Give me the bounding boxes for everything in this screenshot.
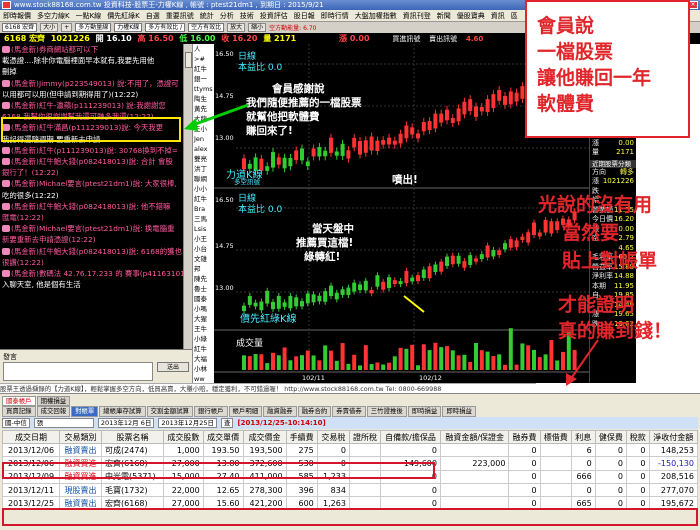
statement-cell: 275 (285, 442, 318, 458)
function-tab[interactable]: 成交回報 (36, 406, 71, 417)
statement-cell: 0 (625, 456, 650, 471)
arrow-to-chat-head (184, 118, 198, 131)
statement-cell: 278,300 (242, 482, 287, 498)
statement-cell: 0 (508, 442, 541, 458)
statement-cell: 0 (625, 442, 650, 458)
function-tab[interactable]: 對帳單 (71, 406, 99, 417)
statement-cell: 834 (316, 482, 350, 498)
statement-cell (539, 442, 572, 458)
column-header[interactable]: 成交股數 (162, 430, 204, 444)
statement-cell: 193.50 (202, 442, 244, 458)
statement-row[interactable]: 2013/12/11 現股賣出 毛寶(1732) 22,000 12.65 278,300… (1, 482, 698, 498)
function-tab[interactable]: 融資融券 (263, 406, 297, 417)
account-name[interactable]: 張 (33, 418, 94, 428)
column-header[interactable]: 成交日期 (1, 430, 61, 444)
statement-cell: 0 (594, 482, 627, 498)
account-tab[interactable]: 國泰帳戶 (2, 396, 36, 406)
statement-cell: 396 (285, 482, 318, 498)
statement-cell: 277,070 (648, 482, 698, 498)
statement-row[interactable]: 2013/12/06 融資賣出 可成(2474) 1,000 193.50 193,500… (1, 442, 698, 458)
statement-cell: 現股賣出 (59, 482, 103, 498)
account-tab[interactable]: 期權損益 (36, 396, 71, 406)
function-tabs: 買賣記錄 成交回報 對帳單 總帳庫存試算 交割金額試算 銀行帳戶 帳戶明細 融資融券 融券合約券… (2, 406, 476, 417)
statement-cell: 0 (570, 482, 596, 498)
column-header[interactable]: 自備款/擔保品 (380, 430, 441, 444)
function-tab[interactable]: 融券合約 (297, 406, 332, 417)
column-header[interactable]: 標借費 (539, 430, 572, 444)
statement-cell: 0 (570, 456, 596, 471)
statement-cell: 1,000 (162, 442, 204, 458)
column-header[interactable]: 證所稅 (348, 430, 382, 444)
statement-cell: 193,500 (242, 442, 287, 458)
statement-cell: 0 (316, 442, 350, 458)
column-header[interactable]: 融資金額/保證金 (439, 430, 510, 444)
statement-cell: 0 (508, 456, 541, 471)
account-select[interactable]: 國-中信 (2, 418, 30, 428)
statement-cell (439, 442, 510, 458)
column-header[interactable]: 手續費 (285, 430, 318, 444)
statement-cell (539, 482, 572, 498)
function-tab[interactable]: 總帳庫存試算 (99, 406, 146, 417)
statement-cell: 毛寶(1732) (101, 482, 164, 498)
column-header[interactable]: 淨收付金額 (648, 430, 698, 444)
column-header[interactable]: 利息 (570, 430, 596, 444)
function-tab[interactable]: 銀行帳戶 (193, 406, 228, 417)
function-tab[interactable]: 帳戶明細 (228, 406, 263, 417)
statement-cell (348, 482, 382, 498)
statement-cell: 22,000 (162, 482, 204, 498)
statement-cell: 融資賣出 (59, 442, 103, 458)
function-tab[interactable]: 即時損益 (442, 406, 476, 417)
function-tab[interactable]: 券賣借券 (332, 406, 366, 417)
arrow-to-chat (189, 103, 249, 128)
highlight-row-sell (2, 508, 698, 526)
column-header[interactable]: 成交價金 (242, 430, 287, 444)
column-header[interactable]: 成交單價 (202, 430, 244, 444)
statement-cell: -150,130 (648, 456, 698, 471)
column-header[interactable]: 交易類別 (59, 430, 103, 444)
statement-cell (539, 469, 572, 484)
statement-cell (439, 482, 510, 498)
statement-cell: 208,516 (648, 469, 698, 484)
statement-cell: 0 (508, 482, 541, 498)
query-timestamp: [2013/12/25-10:14:10] (237, 419, 326, 427)
app-window: www.stock88168.com.tw 投資科技-股票王-力權K線 , 帳號… (0, 0, 700, 530)
query-button[interactable]: 查 (220, 418, 234, 428)
statement-cell (539, 456, 572, 471)
statement-cell: 148,253 (648, 442, 698, 458)
start-date-picker[interactable]: 2013年12月 6日 (97, 418, 155, 428)
statement-cell (348, 442, 382, 458)
statement-cell: 0 (508, 469, 541, 484)
statement-cell: 12.65 (202, 482, 244, 498)
column-header[interactable]: 股票名稱 (101, 430, 164, 444)
statement-cell: 0 (594, 442, 627, 458)
statement-cell (439, 469, 510, 484)
function-tab[interactable]: 三竹證推後 (366, 406, 407, 417)
highlight-row-buy (2, 462, 435, 479)
function-tab[interactable]: 即時損益 (407, 406, 442, 417)
statement-cell: 2013/12/06 (1, 442, 61, 458)
arrow-to-statement-head (566, 373, 577, 386)
statement-cell: 0 (380, 482, 441, 498)
statement-cell: 0 (625, 469, 650, 484)
query-filters: 國-中信 張 2013年12月 6日 2013年12月25日 查 [2013/1… (2, 417, 698, 429)
arrow-to-statement (569, 339, 599, 381)
statement-cell: 2013/12/11 (1, 482, 61, 498)
function-tab[interactable]: 交割金額試算 (146, 406, 193, 417)
statement-cell: 223,000 (439, 456, 510, 471)
statement-cell: 0 (594, 456, 627, 471)
table-header-row: 成交日期 交易類別 股票名稱 成交股數 成交單價 成交價金 手續費 交易稅 證所稅 自備款/擔保品… (1, 430, 698, 444)
statement-cell: 0 (594, 469, 627, 484)
function-tab[interactable]: 買賣記錄 (2, 406, 36, 417)
statement-cell: 6 (570, 442, 596, 458)
statement-cell: 666 (570, 469, 596, 484)
end-date-picker[interactable]: 2013年12月25日 (158, 418, 217, 428)
account-tabs: 國泰帳戶 期權損益 (2, 396, 71, 406)
statement-cell: 0 (380, 442, 441, 458)
statement-cell: 可成(2474) (101, 442, 164, 458)
column-header[interactable]: 稅款 (625, 430, 650, 444)
column-header[interactable]: 交易稅 (316, 430, 350, 444)
column-header[interactable]: 融券費 (508, 430, 541, 444)
column-header[interactable]: 健保費 (594, 430, 627, 444)
statement-cell: 0 (625, 482, 650, 498)
